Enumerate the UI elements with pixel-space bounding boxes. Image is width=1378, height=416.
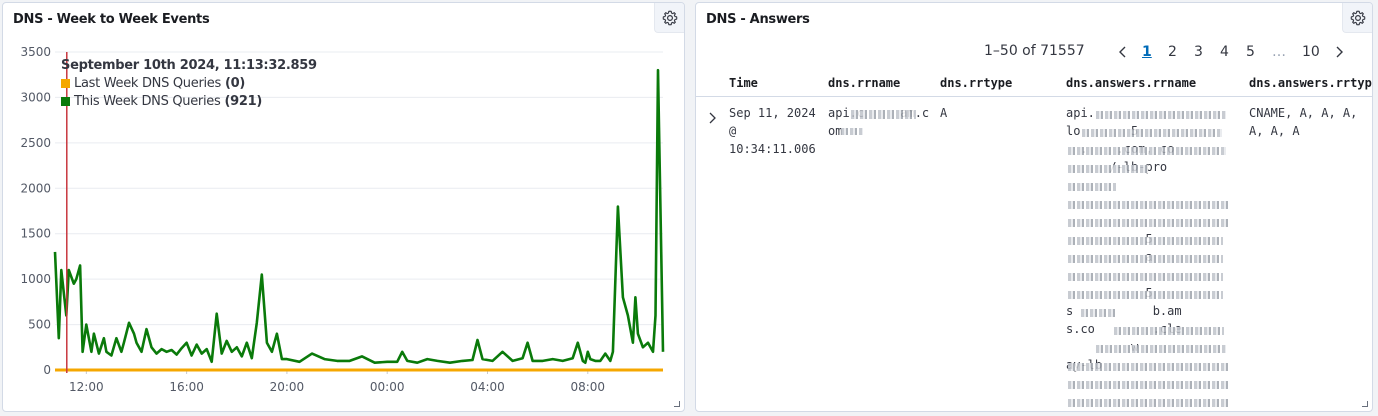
column-header-answers-rrname[interactable]: dns.answers.rrname <box>1066 76 1196 90</box>
x-tick-label: 12:00 <box>69 380 104 394</box>
y-tick-label: 2000 <box>20 181 51 195</box>
panel-settings-button[interactable] <box>1342 3 1372 33</box>
redaction-overlay <box>1068 237 1223 245</box>
page-link-1[interactable]: 1 <box>1142 44 1152 60</box>
x-tick-label: 08:00 <box>570 380 605 394</box>
cell-time: Sep 11, 2024 @ 10:34:11.006 <box>729 106 816 156</box>
redaction-overlay <box>1068 399 1228 407</box>
redaction-overlay <box>851 110 916 119</box>
redaction-overlay <box>1082 129 1222 137</box>
redaction-overlay <box>1068 183 1116 191</box>
page-link-3[interactable]: 3 <box>1194 44 1203 60</box>
page-link-10[interactable]: 10 <box>1302 44 1320 60</box>
series-line-this-week <box>53 68 665 365</box>
tooltip-value: (0) <box>224 76 246 91</box>
resize-handle[interactable] <box>674 401 680 407</box>
legend-swatch-this-week <box>61 97 70 106</box>
redaction-overlay <box>1068 147 1226 155</box>
page-link-4[interactable]: 4 <box>1220 44 1229 60</box>
chart-tooltip: September 10th 2024, 11:13:32.859 Last W… <box>61 58 317 109</box>
dns-answers-panel: DNS - Answers 1–50 of 71557 1 2 3 4 5 … … <box>695 2 1373 412</box>
redaction-overlay <box>1068 201 1228 209</box>
x-tick-label: 20:00 <box>270 380 305 394</box>
column-header-rrtype[interactable]: dns.rrtype <box>940 76 1012 90</box>
tooltip-label: Last Week DNS Queries <box>74 76 221 91</box>
column-header-rrname[interactable]: dns.rrname <box>828 76 900 90</box>
y-tick-label: 2500 <box>20 136 51 150</box>
redaction-overlay <box>1068 165 1148 173</box>
tooltip-row-last-week: Last Week DNS Queries (0) <box>61 76 317 91</box>
resize-handle[interactable] <box>1362 401 1368 407</box>
expand-row-icon[interactable] <box>704 110 720 126</box>
panel-title: DNS - Answers <box>706 12 810 27</box>
redaction-overlay <box>841 128 863 135</box>
y-tick-label: 1000 <box>20 272 51 286</box>
x-tick-label: 00:00 <box>370 380 405 394</box>
x-tick-label: 16:00 <box>169 380 204 394</box>
x-tick-label: 04:00 <box>470 380 505 394</box>
redaction-overlay <box>1081 309 1116 317</box>
redaction-overlay <box>1068 255 1223 263</box>
redaction-overlay <box>1068 273 1223 281</box>
redaction-overlay <box>1096 111 1226 119</box>
tooltip-row-this-week: This Week DNS Queries (921) <box>61 94 317 109</box>
week-to-week-panel: DNS - Week to Week Events 0 500 1000 1500 20… <box>2 2 685 412</box>
redaction-overlay <box>1068 381 1228 389</box>
result-range: 1–50 of 71557 <box>984 43 1085 59</box>
column-header-answers-rrtype[interactable]: dns.answers.rrtype <box>1249 76 1372 90</box>
y-tick-label: 0 <box>43 363 51 377</box>
column-header-time[interactable]: Time <box>729 76 758 90</box>
redaction-overlay <box>1096 345 1226 353</box>
page-link-2[interactable]: 2 <box>1168 44 1177 60</box>
tooltip-label: This Week DNS Queries <box>74 94 221 109</box>
pagination: 1–50 of 71557 1 2 3 4 5 … 10 <box>696 41 1372 63</box>
tooltip-time: September 10th 2024, 11:13:32.859 <box>61 58 317 73</box>
redaction-overlay <box>1114 327 1224 335</box>
cell-rrtype: A <box>940 106 948 120</box>
y-tick-label: 3500 <box>20 45 51 59</box>
redaction-overlay <box>1068 219 1228 227</box>
redaction-overlay <box>1068 363 1228 371</box>
y-tick-label: 3000 <box>20 90 51 104</box>
page-ellipsis: … <box>1272 44 1286 60</box>
chevron-left-icon[interactable] <box>1116 45 1130 59</box>
tooltip-value: (921) <box>224 94 262 109</box>
y-tick-label: 1500 <box>20 227 51 241</box>
cell-answers-rrtype: CNAME, A, A, A, A, A, A <box>1249 106 1358 138</box>
gear-icon <box>1350 10 1365 25</box>
page-link-5[interactable]: 5 <box>1246 44 1255 60</box>
legend-swatch-last-week <box>61 79 70 88</box>
table-header: Time dns.rrname dns.rrtype dns.answers.r… <box>696 71 1372 97</box>
redaction-overlay <box>1068 291 1223 299</box>
chevron-right-icon[interactable] <box>1332 45 1346 59</box>
y-tick-label: 500 <box>28 318 51 332</box>
